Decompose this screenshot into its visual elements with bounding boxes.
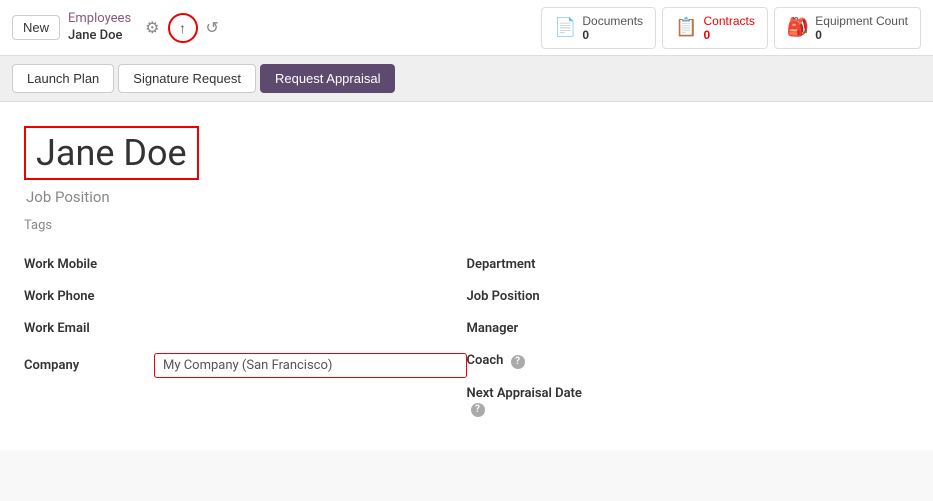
work-email-row: Work Email [24,313,467,345]
tab-request-appraisal[interactable]: Request Appraisal [260,64,396,93]
employee-name-box: Jane Doe [24,126,199,180]
header-icons: ⚙ ↑ ↺ [143,13,221,43]
department-label: Department [467,257,597,272]
department-row: Department [467,249,910,281]
gear-icon-button[interactable]: ⚙ [143,16,161,40]
documents-label: Documents [582,14,643,28]
upload-button[interactable]: ↑ [168,13,198,43]
equipment-value: 0 [815,28,822,42]
main-content: Jane Doe Job Position Tags Work Mobile W… [0,102,933,450]
work-mobile-label: Work Mobile [24,257,154,272]
refresh-icon: ↺ [206,20,219,37]
refresh-button[interactable]: ↺ [204,16,221,40]
form-left: Work Mobile Work Phone Work Email Compan… [24,249,467,426]
breadcrumb-current: Jane Doe [68,28,131,45]
equipment-icon: 🎒 [787,17,809,38]
work-mobile-row: Work Mobile [24,249,467,281]
company-value[interactable]: My Company (San Francisco) [154,353,467,378]
stat-buttons: 📄 Documents 0 📋 Contracts 0 🎒 Equipment … [541,7,921,49]
action-tabs-bar: Launch Plan Signature Request Request Ap… [0,56,933,102]
documents-button[interactable]: 📄 Documents 0 [541,7,656,49]
company-label: Company [24,358,154,373]
documents-icon: 📄 [554,17,576,38]
gear-icon: ⚙ [145,20,159,37]
upload-icon: ↑ [179,20,186,36]
tab-launch-plan[interactable]: Launch Plan [12,64,114,93]
equipment-label: Equipment Count [815,14,908,28]
documents-value: 0 [582,28,589,42]
contracts-button[interactable]: 📋 Contracts 0 [662,7,768,49]
form-grid: Work Mobile Work Phone Work Email Compan… [24,249,909,426]
next-appraisal-help-icon[interactable]: ? [471,403,485,417]
coach-help-icon[interactable]: ? [511,355,525,369]
tab-signature-request[interactable]: Signature Request [118,64,256,93]
manager-row: Manager [467,313,910,345]
tags-placeholder[interactable]: Tags [24,218,909,233]
company-row: Company My Company (San Francisco) [24,345,467,387]
coach-label: Coach ? [467,353,597,369]
breadcrumb-parent-link[interactable]: Employees [68,11,131,28]
contracts-label: Contracts [703,14,754,28]
work-phone-label: Work Phone [24,289,154,304]
equipment-button[interactable]: 🎒 Equipment Count 0 [774,7,921,49]
contracts-value: 0 [703,28,710,42]
top-bar: New Employees Jane Doe ⚙ ↑ ↺ 📄 Documents… [0,0,933,56]
coach-row: Coach ? [467,345,910,378]
next-appraisal-row: Next Appraisal Date ? [467,378,910,426]
job-position-placeholder[interactable]: Job Position [26,188,909,206]
employee-name: Jane Doe [36,132,187,174]
manager-label: Manager [467,321,597,336]
next-appraisal-label: Next Appraisal Date ? [467,386,597,417]
form-right: Department Job Position Manager Coach ? [467,249,910,426]
contracts-icon: 📋 [675,17,697,38]
work-phone-row: Work Phone [24,281,467,313]
job-position-label: Job Position [467,289,597,304]
work-email-label: Work Email [24,321,154,336]
new-button[interactable]: New [12,15,60,40]
breadcrumb: Employees Jane Doe [68,11,131,45]
job-position-row: Job Position [467,281,910,313]
